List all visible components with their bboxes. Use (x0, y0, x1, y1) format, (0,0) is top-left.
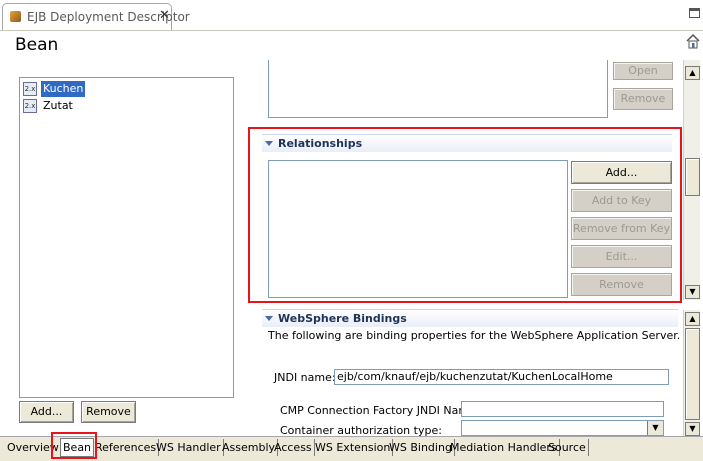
close-icon[interactable]: ✕ (159, 8, 170, 23)
open-button[interactable]: Open (613, 62, 673, 80)
bean-list-item-label: Zutat (43, 99, 73, 112)
bean-tab-highlight-box (51, 432, 97, 459)
bean-list-item-label: Kuchen (41, 81, 86, 97)
page-tab-bar: Overview Bean References WS Handler Asse… (0, 436, 703, 461)
tab-mediation-handlers[interactable]: Mediation Handlers (448, 439, 560, 456)
upper-list[interactable] (268, 60, 608, 118)
websphere-bindings-section-header[interactable]: WebSphere Bindings (262, 309, 678, 327)
scroll-thumb[interactable] (685, 328, 700, 420)
cmp-connection-factory-field[interactable] (461, 401, 664, 417)
scroll-up-arrow-icon[interactable]: ▲ (685, 312, 700, 326)
tab-references[interactable]: References (93, 439, 160, 456)
add-bean-button[interactable]: Add... (19, 401, 74, 423)
tab-source[interactable]: Source (546, 439, 589, 456)
jndi-name-field[interactable]: ejb/com/knauf/ejb/kuchenzutat/KuchenLoca… (334, 369, 669, 385)
jndi-name-label: JNDI name: (274, 371, 336, 384)
home-icon[interactable] (686, 33, 700, 49)
remove-bean-button[interactable]: Remove (81, 401, 136, 423)
tab-ws-binding[interactable]: WS Binding (387, 439, 455, 456)
ejb-descriptor-icon (10, 11, 21, 22)
bean-list[interactable]: 2.x Kuchen 2.x Zutat (19, 77, 234, 398)
collapse-triangle-icon[interactable] (265, 316, 273, 321)
page-title: Bean (15, 35, 59, 55)
scroll-thumb[interactable] (685, 158, 700, 196)
entity-bean-icon: 2.x (23, 82, 37, 96)
container-auth-type-select[interactable] (461, 420, 664, 436)
websphere-bindings-description: The following are binding properties for… (268, 329, 681, 342)
dropdown-arrow-icon[interactable]: ▼ (647, 421, 663, 435)
maximize-icon[interactable] (689, 8, 700, 18)
entity-bean-icon: 2.x (23, 99, 37, 113)
tab-ws-handler[interactable]: WS Handler (154, 439, 224, 456)
relationships-highlight-box (248, 127, 682, 303)
tab-assembly[interactable]: Assembly (220, 439, 279, 456)
scroll-down-arrow-icon[interactable]: ▼ (685, 422, 700, 436)
tab-ws-extension[interactable]: WS Extension (313, 439, 394, 456)
editor-tab[interactable]: EJB Deployment Descriptor ✕ (2, 3, 190, 30)
cmp-connection-factory-label: CMP Connection Factory JNDI Name: (280, 404, 480, 417)
scroll-down-arrow-icon[interactable]: ▼ (685, 285, 700, 299)
lower-scrollbar[interactable]: ▲ ▼ (683, 310, 700, 436)
websphere-bindings-title: WebSphere Bindings (278, 312, 407, 325)
remove-upper-button[interactable]: Remove (613, 88, 673, 110)
scroll-up-arrow-icon[interactable]: ▲ (685, 66, 700, 80)
tab-access[interactable]: Access (272, 439, 315, 456)
upper-scrollbar[interactable]: ▲ ▼ (683, 60, 700, 300)
